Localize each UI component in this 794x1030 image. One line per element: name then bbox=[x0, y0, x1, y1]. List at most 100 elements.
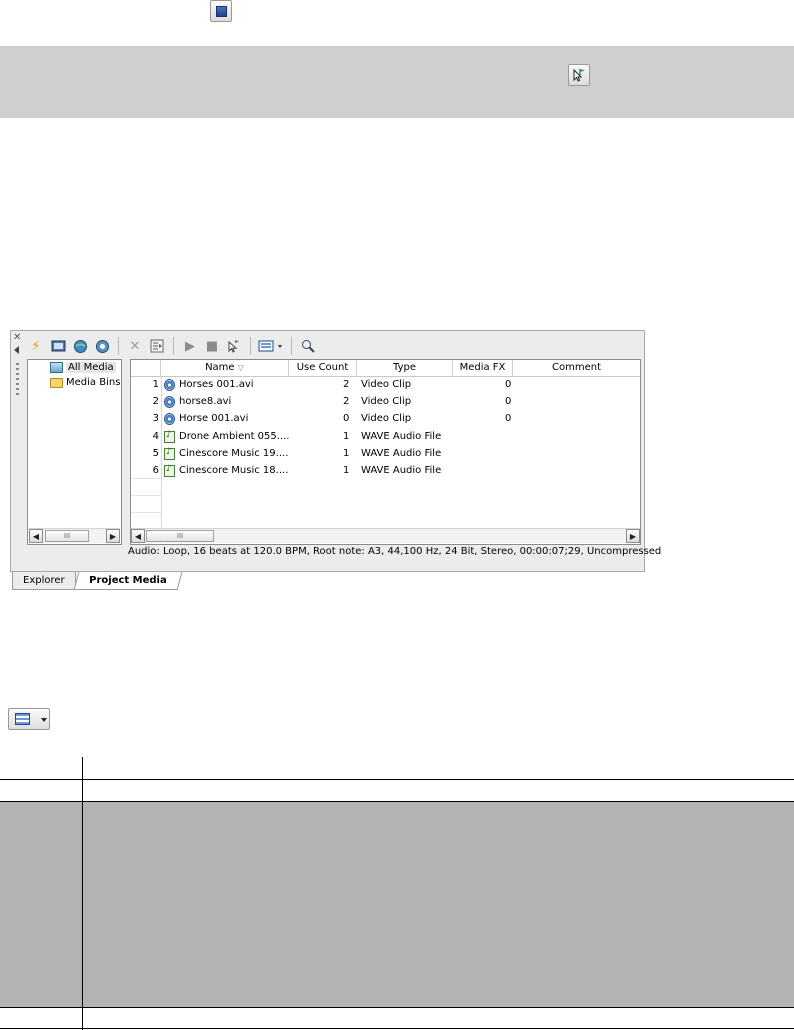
window-tabs: Explorer Project Media bbox=[10, 572, 210, 590]
audio-file-icon bbox=[164, 430, 175, 443]
collapse-arrow-icon[interactable] bbox=[14, 346, 19, 354]
grip-handle[interactable] bbox=[16, 363, 19, 397]
dock-strip: ✕ bbox=[11, 331, 25, 573]
grey-table-row bbox=[0, 802, 794, 1007]
row-type: WAVE Audio File bbox=[361, 430, 442, 442]
sort-indicator-icon: ▽ bbox=[237, 363, 244, 372]
capture-video-icon[interactable] bbox=[49, 337, 67, 355]
toolbar-separator bbox=[291, 337, 292, 355]
tab-explorer[interactable]: Explorer bbox=[12, 572, 76, 590]
properties-icon[interactable] bbox=[148, 337, 166, 355]
audio-file-icon bbox=[164, 447, 175, 460]
tree-horizontal-scrollbar[interactable]: ◀ III ▶ bbox=[29, 528, 120, 543]
table-row[interactable]: 3 Horse 001.avi 0 Video Clip 0 bbox=[131, 411, 640, 428]
tab-project-media[interactable]: Project Media bbox=[73, 572, 183, 590]
table-row[interactable]: 5 Cinescore Music 19.... 1 WAVE Audio File bbox=[131, 446, 640, 463]
table-row[interactable]: 1 Horses 001.avi 2 Video Clip 0 bbox=[131, 377, 640, 394]
row-number: 4 bbox=[152, 430, 159, 442]
stop-icon bbox=[210, 0, 232, 22]
column-label: Name bbox=[205, 362, 235, 373]
views-button[interactable] bbox=[8, 708, 50, 730]
row-use-count: 1 bbox=[343, 465, 350, 476]
table-divider bbox=[0, 801, 794, 802]
row-use-count: 1 bbox=[343, 430, 350, 442]
media-list: Name ▽ Use Count Type Media FX Comment 1… bbox=[130, 359, 641, 545]
column-header-comment[interactable]: Comment bbox=[513, 360, 640, 376]
table-divider bbox=[0, 1007, 794, 1008]
grey-band bbox=[0, 46, 794, 118]
row-use-count: 0 bbox=[343, 413, 350, 425]
tree-item-label: Media Bins bbox=[66, 377, 121, 388]
table-divider bbox=[82, 802, 83, 1007]
row-use-count: 2 bbox=[343, 379, 350, 390]
row-type: Video Clip bbox=[361, 379, 412, 390]
close-icon[interactable]: ✕ bbox=[13, 332, 21, 343]
folder-icon bbox=[50, 377, 63, 388]
row-media-fx: 0 bbox=[505, 396, 512, 408]
chevron-down-icon bbox=[41, 718, 47, 722]
scroll-thumb[interactable]: III bbox=[146, 530, 214, 542]
toolbar: ⚡ ✕ ▶ ■ bbox=[27, 333, 317, 359]
row-name: Drone Ambient 055.... bbox=[179, 430, 290, 442]
row-type: Video Clip bbox=[361, 396, 412, 408]
column-header-media-fx[interactable]: Media FX bbox=[453, 360, 513, 376]
scroll-left-icon[interactable]: ◀ bbox=[131, 529, 145, 543]
row-type: WAVE Audio File bbox=[361, 447, 442, 459]
row-name: horse8.avi bbox=[179, 396, 232, 408]
row-name: Cinescore Music 19.... bbox=[179, 447, 289, 459]
row-number: 1 bbox=[152, 379, 159, 390]
row-use-count: 2 bbox=[343, 396, 350, 408]
get-media-from-web-icon[interactable] bbox=[71, 337, 89, 355]
stop-square bbox=[215, 5, 227, 17]
scroll-right-icon[interactable]: ▶ bbox=[106, 529, 120, 543]
tree-item-all-media[interactable]: All Media bbox=[50, 362, 116, 373]
views-icon[interactable] bbox=[258, 337, 284, 355]
scroll-thumb[interactable]: III bbox=[45, 530, 89, 542]
audio-file-icon bbox=[164, 464, 175, 477]
row-type: WAVE Audio File bbox=[361, 465, 442, 476]
row-name: Horse 001.avi bbox=[179, 413, 249, 425]
views-icon bbox=[15, 713, 30, 725]
row-media-fx: 0 bbox=[505, 379, 512, 390]
project-media-window: ✕ ⚡ ✕ ▶ ■ All Media Media Bins ◀ III ▶ N… bbox=[10, 330, 661, 573]
list-header: Name ▽ Use Count Type Media FX Comment bbox=[131, 360, 640, 377]
auto-preview-flag-icon bbox=[568, 64, 590, 86]
remove-icon[interactable]: ✕ bbox=[126, 337, 144, 355]
media-bins-tree: All Media Media Bins ◀ III ▶ bbox=[27, 359, 122, 545]
row-use-count: 1 bbox=[343, 447, 350, 459]
scroll-left-icon[interactable]: ◀ bbox=[29, 529, 43, 543]
auto-preview-icon[interactable] bbox=[225, 337, 243, 355]
media-bin-icon bbox=[50, 362, 63, 373]
table-divider bbox=[0, 779, 794, 780]
list-horizontal-scrollbar[interactable]: ◀ III ▶ bbox=[131, 528, 640, 543]
column-header-name[interactable]: Name ▽ bbox=[161, 360, 289, 376]
row-number: 5 bbox=[152, 447, 159, 459]
row-number: 6 bbox=[152, 465, 159, 476]
table-row[interactable]: 6 Cinescore Music 18.... 1 WAVE Audio File bbox=[131, 463, 640, 480]
play-icon[interactable]: ▶ bbox=[181, 337, 199, 355]
table-row[interactable]: 4 Drone Ambient 055.... 1 WAVE Audio File bbox=[131, 429, 640, 446]
tree-item-media-bins[interactable]: Media Bins bbox=[50, 377, 120, 388]
video-file-icon bbox=[164, 396, 175, 409]
search-icon[interactable] bbox=[299, 337, 317, 355]
row-number: 3 bbox=[152, 413, 159, 425]
tab-label: Project Media bbox=[89, 575, 167, 586]
toolbar-separator bbox=[250, 337, 251, 355]
column-header-use-count[interactable]: Use Count bbox=[289, 360, 357, 376]
tree-item-label: All Media bbox=[66, 362, 116, 373]
row-number: 2 bbox=[152, 396, 159, 408]
header-number bbox=[131, 360, 161, 376]
stop-icon[interactable]: ■ bbox=[203, 337, 221, 355]
table-row[interactable]: 2 horse8.avi 2 Video Clip 0 bbox=[131, 394, 640, 411]
row-type: Video Clip bbox=[361, 413, 412, 425]
column-header-type[interactable]: Type bbox=[357, 360, 453, 376]
row-name: Cinescore Music 18.... bbox=[179, 465, 289, 476]
extract-audio-icon[interactable] bbox=[93, 337, 111, 355]
row-media-fx: 0 bbox=[505, 413, 512, 425]
row-name: Horses 001.avi bbox=[179, 379, 254, 390]
import-media-icon[interactable]: ⚡ bbox=[27, 337, 45, 355]
video-file-icon bbox=[164, 413, 175, 426]
video-file-icon bbox=[164, 379, 175, 391]
scroll-right-icon[interactable]: ▶ bbox=[626, 529, 640, 543]
media-properties-status: Audio: Loop, 16 beats at 120.0 BPM, Root… bbox=[128, 546, 662, 557]
